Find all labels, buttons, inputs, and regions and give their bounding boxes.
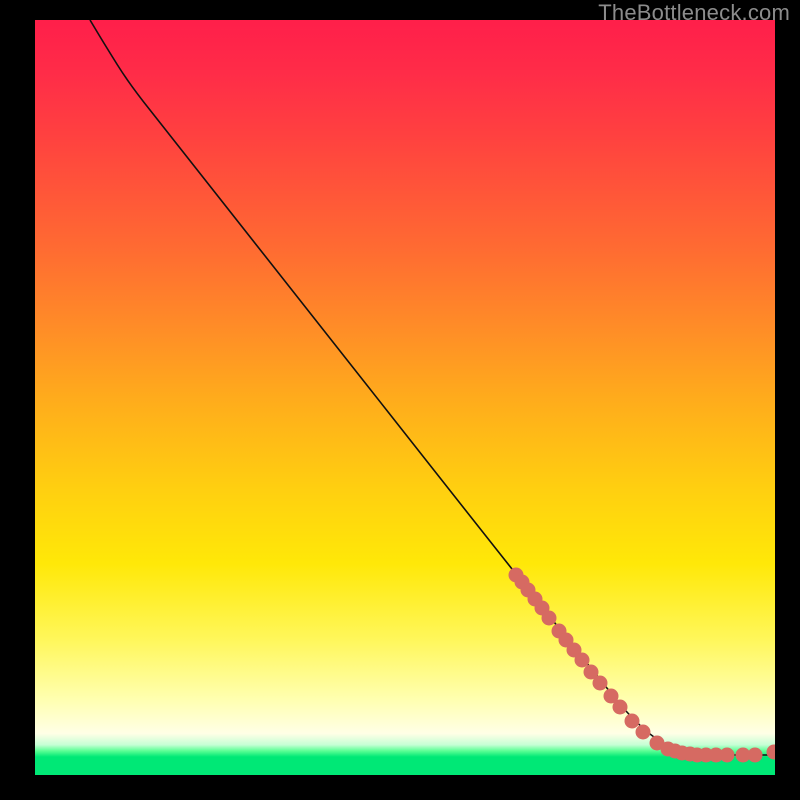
data-dot: [636, 725, 651, 740]
data-dot: [625, 714, 640, 729]
data-dot: [542, 611, 557, 626]
plot-area: [35, 20, 775, 775]
watermark-text: TheBottleneck.com: [598, 0, 790, 26]
dot-layer: [509, 568, 776, 763]
data-dot: [593, 676, 608, 691]
data-dot: [613, 700, 628, 715]
data-dot: [575, 653, 590, 668]
bottleneck-curve: [90, 20, 775, 755]
chart-stage: TheBottleneck.com: [0, 0, 800, 800]
data-dot: [748, 748, 763, 763]
data-dot: [767, 745, 776, 760]
data-dot: [720, 748, 735, 763]
chart-svg: [35, 20, 775, 775]
